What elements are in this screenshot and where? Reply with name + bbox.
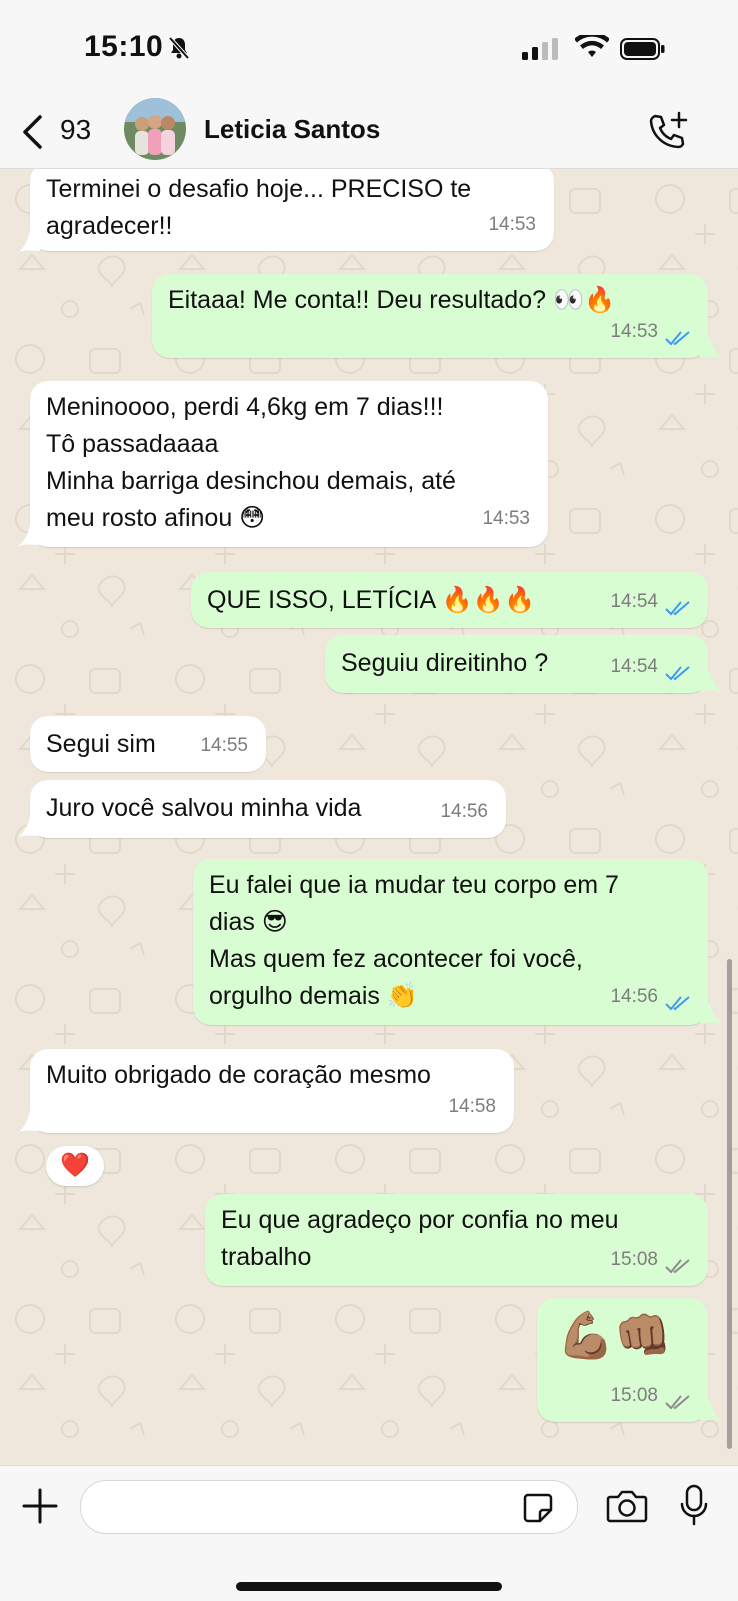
battery-icon xyxy=(620,37,666,66)
message-text: Meninoooo, perdi 4,6kg em 7 dias!!! Tô p… xyxy=(46,393,456,532)
message-text: 💪🏽👊🏽 xyxy=(557,1309,672,1361)
cellular-signal-icon xyxy=(522,38,562,67)
message-outgoing[interactable]: Eu falei que ia mudar teu corpo em 7 dia… xyxy=(193,859,708,1025)
bubble-tail xyxy=(700,337,722,359)
message-outgoing[interactable]: 💪🏽👊🏽 15:08 xyxy=(537,1298,708,1422)
bubble-tail xyxy=(700,1400,722,1422)
bubble-tail xyxy=(700,671,722,693)
delivered-receipt-icon xyxy=(665,1395,690,1410)
message-time: 14:58 xyxy=(448,1096,496,1117)
message-outgoing[interactable]: Eu que agradeço por confia no meu trabal… xyxy=(205,1194,708,1286)
camera-icon[interactable] xyxy=(606,1488,648,1529)
message-outgoing[interactable]: QUE ISSO, LETÍCIA 🔥🔥🔥 14:54 xyxy=(191,572,708,628)
message-input[interactable] xyxy=(80,1480,578,1534)
bubble-tail xyxy=(18,525,40,547)
status-bar: 15:10 xyxy=(0,0,738,100)
message-time: 14:56 xyxy=(610,986,658,1007)
message-reaction[interactable]: ❤️ xyxy=(46,1146,104,1186)
avatar[interactable] xyxy=(124,98,186,160)
message-text: Segui sim xyxy=(46,730,156,758)
message-incoming[interactable]: Segui sim 14:55 xyxy=(30,716,266,772)
chat-area[interactable]: Terminei o desafio hoje... PRECISO te ag… xyxy=(0,169,738,1464)
delivered-receipt-icon xyxy=(665,1259,690,1274)
message-time: 14:56 xyxy=(440,801,488,822)
message-text: Muito obrigado de coração mesmo xyxy=(46,1061,431,1089)
read-receipt-icon xyxy=(665,666,690,681)
bubble-tail xyxy=(700,1003,722,1025)
message-text: Eu que agradeço por confia no meu trabal… xyxy=(221,1206,619,1271)
unread-count[interactable]: 93 xyxy=(60,114,91,146)
message-time: 14:53 xyxy=(488,214,536,235)
message-outgoing[interactable]: Seguiu direitinho ? 14:54 xyxy=(325,635,708,693)
message-text: Eitaaa! Me conta!! Deu resultado? 👀🔥 xyxy=(168,286,616,314)
status-time: 15:10 xyxy=(84,30,164,63)
message-time: 15:08 xyxy=(610,1385,658,1406)
message-text: Seguiu direitinho ? xyxy=(341,649,549,677)
read-receipt-icon xyxy=(665,331,690,346)
add-call-icon[interactable] xyxy=(645,110,689,159)
bubble-tail xyxy=(18,1111,40,1133)
contact-name[interactable]: Leticia Santos xyxy=(204,114,380,145)
message-incoming[interactable]: Terminei o desafio hoje... PRECISO te ag… xyxy=(30,169,554,251)
bubble-tail xyxy=(18,816,40,838)
bell-slash-icon xyxy=(168,36,190,65)
message-incoming[interactable]: Juro você salvou minha vida 14:56 xyxy=(30,780,506,838)
message-composer xyxy=(0,1465,738,1601)
message-text: Juro você salvou minha vida xyxy=(46,794,362,822)
scrollbar[interactable] xyxy=(727,959,732,1449)
message-incoming[interactable]: Meninoooo, perdi 4,6kg em 7 dias!!! Tô p… xyxy=(30,381,548,547)
wifi-icon xyxy=(574,32,610,66)
sticker-icon[interactable] xyxy=(522,1492,554,1529)
message-time: 14:54 xyxy=(610,656,658,677)
message-incoming[interactable]: Muito obrigado de coração mesmo 14:58 xyxy=(30,1049,514,1133)
bubble-tail xyxy=(18,231,40,253)
plus-icon[interactable] xyxy=(22,1488,58,1529)
heart-reaction: ❤️ xyxy=(60,1152,90,1179)
chevron-left-icon[interactable] xyxy=(20,114,46,155)
microphone-icon[interactable] xyxy=(679,1484,709,1533)
message-time: 14:53 xyxy=(610,321,658,342)
message-outgoing[interactable]: Eitaaa! Me conta!! Deu resultado? 👀🔥 14:… xyxy=(152,274,708,358)
message-text: Terminei o desafio hoje... PRECISO te ag… xyxy=(46,175,472,240)
chat-header: 93 Leticia Santos xyxy=(0,98,738,169)
message-text: QUE ISSO, LETÍCIA 🔥🔥🔥 xyxy=(207,586,536,614)
message-time: 15:08 xyxy=(610,1249,658,1270)
message-time: 14:54 xyxy=(610,591,658,612)
read-receipt-icon xyxy=(665,601,690,616)
message-time: 14:53 xyxy=(482,508,530,529)
message-time: 14:55 xyxy=(200,735,248,756)
read-receipt-icon xyxy=(665,996,690,1011)
home-indicator[interactable] xyxy=(236,1582,502,1591)
message-text: Eu falei que ia mudar teu corpo em 7 dia… xyxy=(209,871,619,1010)
